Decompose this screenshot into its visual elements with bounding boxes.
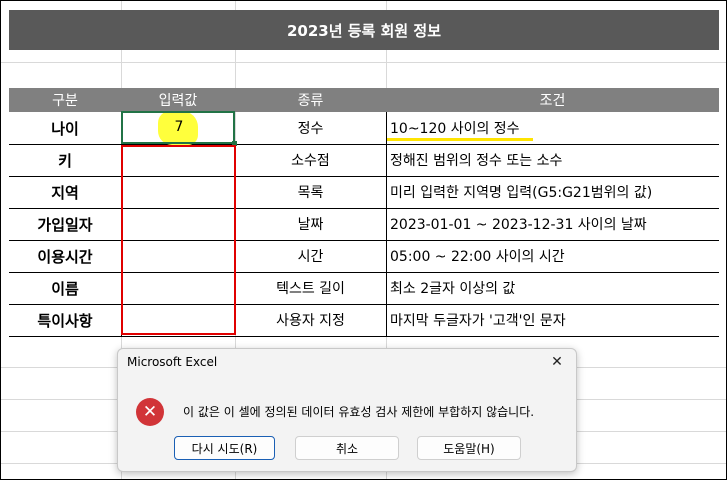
table-row: 나이 정수 10~120 사이의 정수 [9,112,719,145]
dialog-title: Microsoft Excel [127,355,218,369]
type-cell[interactable]: 목록 [235,176,386,208]
type-cell[interactable]: 텍스트 길이 [235,272,386,304]
gridline [1,62,726,63]
condition-cell[interactable]: 2023-01-01 ~ 2023-12-31 사이의 날짜 [386,208,719,240]
condition-cell[interactable]: 정해진 범위의 정수 또는 소수 [386,144,719,176]
sheet-title: 2023년 등록 회원 정보 [9,10,719,50]
table-row: 이름 텍스트 길이 최소 2글자 이상의 값 [9,272,719,305]
header-condition[interactable]: 조건 [386,88,719,112]
help-button[interactable]: 도움말(H) [417,436,521,460]
condition-cell[interactable]: 미리 입력한 지역명 입력(G5:G21범위의 값) [386,176,719,208]
table-row: 키 소수점 정해진 범위의 정수 또는 소수 [9,144,719,177]
header-type[interactable]: 종류 [235,88,386,112]
type-cell[interactable]: 사용자 지정 [235,304,386,336]
close-icon[interactable]: ✕ [548,353,566,371]
header-category[interactable]: 구분 [9,88,121,112]
cancel-button[interactable]: 취소 [295,436,399,460]
type-cell[interactable]: 시간 [235,240,386,272]
column-separator [386,272,387,304]
header-input[interactable]: 입력값 [121,88,235,112]
validation-error-dialog: Microsoft Excel ✕ ✕ 이 값은 이 셀에 정의된 데이터 유효… [117,348,577,472]
table-row: 지역 목록 미리 입력한 지역명 입력(G5:G21범위의 값) [9,176,719,209]
column-separator [386,176,387,208]
dialog-message: 이 값은 이 셀에 정의된 데이터 유효성 검사 제한에 부합하지 않습니다. [183,405,535,419]
table-row: 이용시간 시간 05:00 ~ 22:00 사이의 시간 [9,240,719,273]
row-label[interactable]: 지역 [9,176,121,208]
column-separator [386,208,387,240]
condition-cell[interactable]: 최소 2글자 이상의 값 [386,272,719,304]
row-label[interactable]: 이름 [9,272,121,304]
row-label[interactable]: 가입일자 [9,208,121,240]
excel-sheet: 2023년 등록 회원 정보 구분 입력값 종류 조건 나이 정수 10~120 사… [0,0,727,480]
column-separator [386,240,387,272]
input-range-annotation [121,145,236,335]
table-row: 가입일자 날짜 2023-01-01 ~ 2023-12-31 사이의 날짜 [9,208,719,241]
condition-cell[interactable]: 05:00 ~ 22:00 사이의 시간 [386,240,719,272]
row-label[interactable]: 나이 [9,112,121,144]
active-cell-border[interactable] [121,111,235,144]
retry-button[interactable]: 다시 시도(R) [174,436,275,460]
type-cell[interactable]: 소수점 [235,144,386,176]
row-label[interactable]: 이용시간 [9,240,121,272]
type-cell[interactable]: 날짜 [235,208,386,240]
type-cell[interactable]: 정수 [235,112,386,144]
row-label[interactable]: 특이사항 [9,304,121,336]
error-icon: ✕ [136,398,164,426]
column-separator [386,144,387,176]
table-row: 특이사항 사용자 지정 마지막 두글자가 '고객'인 문자 [9,304,719,337]
column-separator [386,304,387,336]
condition-cell[interactable]: 마지막 두글자가 '고객'인 문자 [386,304,719,336]
row-label[interactable]: 키 [9,144,121,176]
condition-highlight-underline [387,138,533,141]
